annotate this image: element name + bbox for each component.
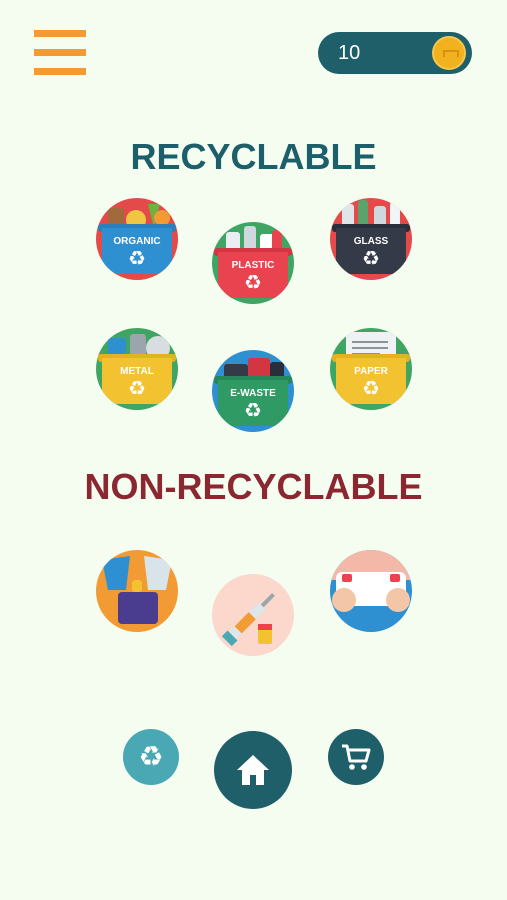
clothes-icon <box>102 556 172 624</box>
coin-balance: 10 <box>318 32 472 74</box>
recycle-symbol-icon: ♻ <box>362 246 380 270</box>
clothes-item[interactable] <box>96 550 178 632</box>
non-recyclable-heading: NON-RECYCLABLE <box>84 466 423 507</box>
diaper-item[interactable] <box>330 550 412 632</box>
home-nav-button[interactable] <box>214 731 292 809</box>
home-icon <box>237 755 269 785</box>
recycle-symbol-icon: ♻ <box>128 246 146 270</box>
glass-bin[interactable]: GLASS ♻ <box>330 198 412 280</box>
coin-count: 10 <box>338 42 361 64</box>
cart-nav-button[interactable] <box>328 729 384 785</box>
paper-bin[interactable]: PAPER ♻ <box>330 328 412 410</box>
organic-bin[interactable]: ORGANIC ♻ <box>96 198 178 280</box>
syringe-icon <box>221 593 275 647</box>
recycle-nav-button[interactable]: ♻ <box>123 729 179 785</box>
menu-bar <box>34 30 86 37</box>
recycle-symbol-icon: ♻ <box>244 270 262 294</box>
syringe-item[interactable] <box>212 574 294 656</box>
menu-button[interactable] <box>34 30 86 76</box>
diaper-icon <box>332 550 410 612</box>
recycle-symbol-icon: ♻ <box>128 376 146 400</box>
menu-bar <box>34 68 86 75</box>
recycle-icon: ♻ <box>138 740 164 773</box>
e-waste-bin[interactable]: E-WASTE ♻ <box>212 350 294 432</box>
coin-icon <box>432 36 466 70</box>
metal-bin[interactable]: METAL ♻ <box>96 328 178 410</box>
menu-bar <box>34 49 86 56</box>
cart-icon <box>342 744 371 770</box>
recyclable-heading: RECYCLABLE <box>130 136 377 177</box>
recycle-symbol-icon: ♻ <box>244 398 262 422</box>
recycle-symbol-icon: ♻ <box>362 376 380 400</box>
plastic-bin[interactable]: PLASTIC ♻ <box>212 222 294 304</box>
